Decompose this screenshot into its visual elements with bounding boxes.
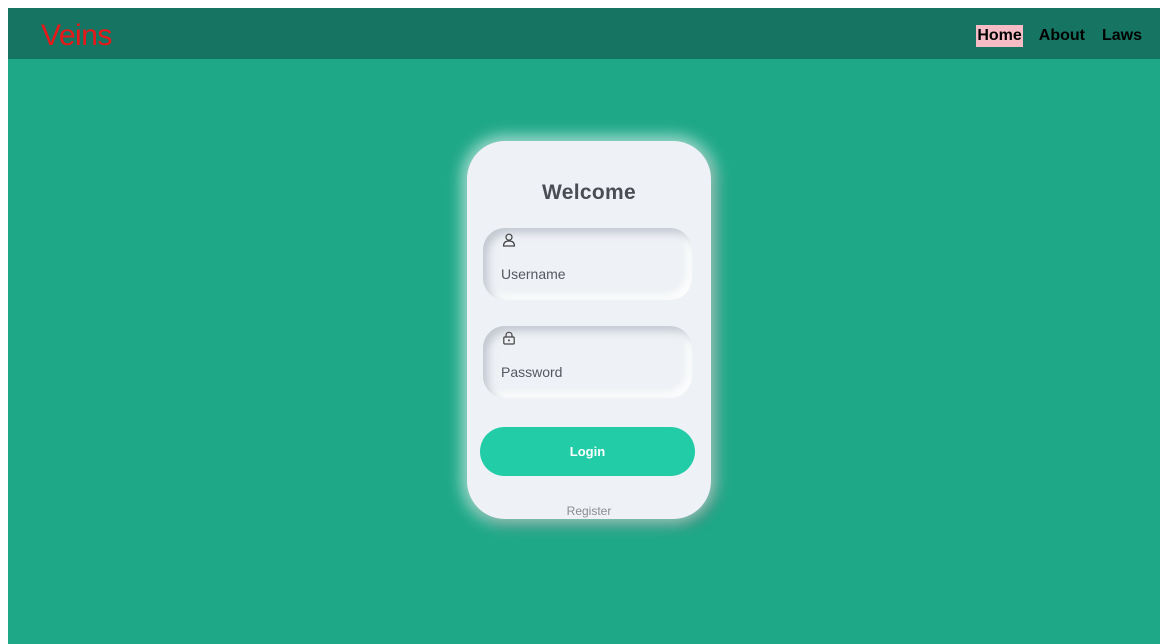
username-field[interactable]: Username	[483, 228, 692, 300]
nav-link-about[interactable]: About	[1038, 25, 1086, 47]
login-button[interactable]: Login	[480, 427, 695, 476]
register-link[interactable]: Register	[467, 504, 711, 518]
page-background: Veins Home About Laws Welcome Username P…	[8, 8, 1160, 644]
username-placeholder: Username	[501, 266, 566, 282]
nav-link-home[interactable]: Home	[976, 25, 1023, 47]
brand-logo[interactable]: Veins	[41, 21, 112, 51]
user-icon	[502, 233, 516, 247]
login-title: Welcome	[542, 181, 636, 204]
navbar: Veins Home About Laws	[8, 8, 1160, 59]
login-card: Welcome Username Password Login Register	[467, 141, 711, 519]
password-placeholder: Password	[501, 364, 563, 380]
password-field[interactable]: Password	[483, 326, 692, 398]
nav-link-laws[interactable]: Laws	[1101, 25, 1143, 47]
lock-icon	[503, 331, 515, 345]
nav-links: Home About Laws	[961, 25, 1143, 47]
